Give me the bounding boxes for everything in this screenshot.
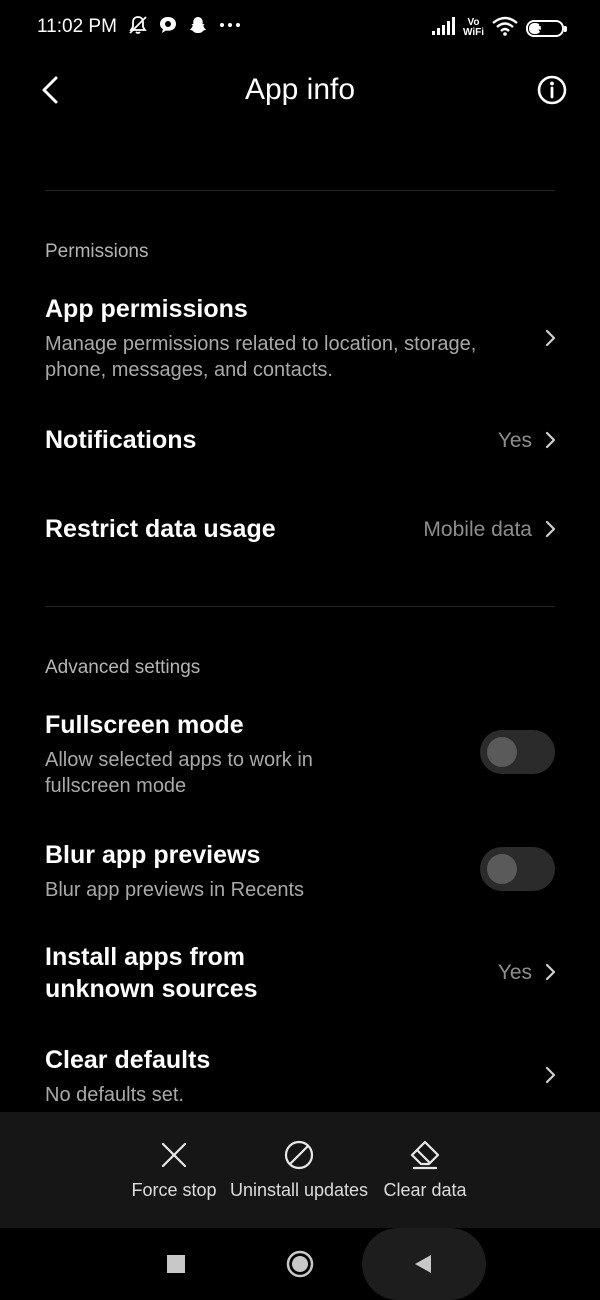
chevron-right-icon [545, 520, 556, 538]
clear-data-label: Clear data [383, 1180, 467, 1200]
app-permissions-title: App permissions [45, 295, 248, 323]
chat-icon [158, 15, 178, 40]
divider [45, 606, 555, 607]
header: App info [0, 56, 600, 126]
restrict-data-usage-title: Restrict data usage [45, 515, 276, 543]
info-button[interactable] [534, 72, 570, 108]
blur-app-previews-subtitle: Blur app previews in Recents [45, 879, 305, 901]
bell-off-icon [128, 15, 148, 40]
force-stop-label: Force stop [131, 1180, 217, 1200]
close-icon [157, 1138, 191, 1172]
fullscreen-mode-subtitle-line2: fullscreen mode [45, 775, 187, 797]
section-label-permissions: Permissions [45, 241, 149, 262]
install-unknown-sources-value: Yes [497, 961, 532, 984]
fullscreen-mode-subtitle-line1: Allow selected apps to work in [45, 749, 313, 771]
battery-level: 35 [538, 20, 552, 35]
clear-data-button[interactable]: Clear data [382, 1112, 468, 1228]
restrict-data-usage-value: Mobile data [423, 518, 532, 541]
chevron-right-icon [545, 329, 556, 347]
app-permissions-subtitle-line1: Manage permissions related to location, … [45, 333, 477, 355]
app-permissions-row[interactable]: App permissions Manage permissions relat… [0, 290, 600, 400]
page-title: App info [244, 73, 356, 106]
notification-icons [128, 15, 242, 40]
square-icon [167, 1255, 185, 1273]
app-info-screen: 11:02 PM Vo WiFi 35 App info Permissions… [0, 0, 600, 1300]
force-stop-button[interactable]: Force stop [129, 1112, 219, 1228]
navigation-bar [0, 1228, 600, 1300]
snapchat-icon [188, 15, 208, 40]
install-unknown-sources-title-line2: unknown sources [45, 975, 258, 1003]
home-button[interactable] [282, 1246, 318, 1282]
circle-icon [286, 1250, 314, 1278]
back-nav-button[interactable] [405, 1246, 441, 1282]
status-bar: 11:02 PM Vo WiFi 35 [0, 0, 600, 56]
notifications-value: Yes [497, 429, 532, 452]
clear-defaults-title: Clear defaults [45, 1046, 211, 1074]
fullscreen-mode-toggle[interactable] [480, 730, 555, 774]
action-bar: Force stop Uninstall updates Clear data [0, 1112, 600, 1228]
triangle-left-icon [415, 1255, 431, 1273]
chevron-right-icon [545, 1066, 556, 1084]
install-unknown-sources-title-line1: Install apps from [45, 943, 246, 971]
fullscreen-mode-row[interactable]: Fullscreen mode Allow selected apps to w… [0, 706, 600, 806]
vowifi-icon: Vo WiFi [463, 18, 484, 38]
notifications-row[interactable]: Notifications Yes [0, 420, 600, 464]
section-label-advanced-settings: Advanced settings [45, 657, 201, 678]
install-unknown-sources-row[interactable]: Install apps from unknown sources Yes [0, 939, 600, 1009]
uninstall-updates-label: Uninstall updates [229, 1180, 369, 1200]
clear-defaults-row[interactable]: Clear defaults No defaults set. [0, 1041, 600, 1111]
app-permissions-subtitle-line2: phone, messages, and contacts. [45, 359, 333, 381]
recents-button[interactable] [158, 1246, 194, 1282]
system-icons: Vo WiFi 35 [431, 16, 567, 41]
signal-icon [431, 16, 455, 40]
restrict-data-usage-row[interactable]: Restrict data usage Mobile data [0, 509, 600, 553]
vowifi-bottom-label: WiFi [462, 27, 484, 38]
chevron-right-icon [545, 431, 556, 449]
clear-defaults-subtitle: No defaults set. [45, 1084, 184, 1106]
toggle-knob [487, 854, 517, 884]
blur-app-previews-row[interactable]: Blur app previews Blur app previews in R… [0, 836, 600, 906]
info-circle-icon [537, 75, 567, 105]
chevron-right-icon [545, 963, 556, 981]
wifi-icon [492, 16, 518, 41]
blur-app-previews-title: Blur app previews [45, 841, 261, 869]
battery-icon: 35 [526, 19, 567, 37]
block-icon [282, 1138, 316, 1172]
uninstall-updates-button[interactable]: Uninstall updates [226, 1112, 372, 1228]
more-dots-icon [218, 15, 242, 40]
fullscreen-mode-title: Fullscreen mode [45, 711, 244, 739]
eraser-icon [408, 1138, 442, 1172]
status-time: 11:02 PM [37, 16, 117, 37]
divider [45, 190, 555, 191]
toggle-knob [487, 737, 517, 767]
notifications-title: Notifications [45, 426, 197, 454]
battery-tip [564, 25, 567, 32]
blur-app-previews-toggle[interactable] [480, 847, 555, 891]
